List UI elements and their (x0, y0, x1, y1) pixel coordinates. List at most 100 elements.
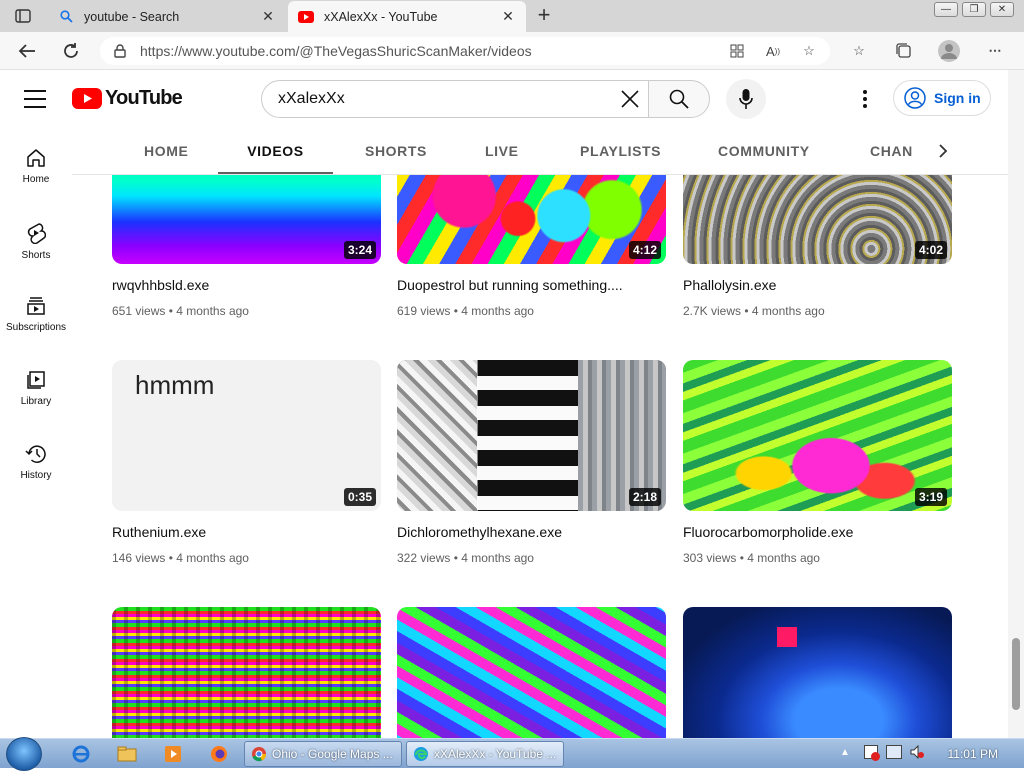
video-thumbnail[interactable]: hmmm 0:35 (112, 360, 381, 511)
video-views: 322 views (397, 551, 451, 565)
sidebar-item-home[interactable]: Home (0, 128, 72, 202)
minimize-button[interactable]: — (934, 2, 958, 17)
app-available-icon[interactable] (726, 40, 748, 62)
search-input[interactable]: xXalexXx (261, 80, 649, 118)
video-title[interactable]: Fluorocarbomorpholide.exe (683, 524, 853, 540)
page-scrollbar[interactable] (1008, 70, 1024, 738)
shorts-icon (27, 223, 46, 244)
action-center-icon[interactable] (864, 745, 880, 761)
video-title[interactable]: Phallolysin.exe (683, 277, 776, 293)
video-duration: 3:24 (343, 241, 376, 259)
address-bar[interactable]: https://www.youtube.com/@TheVegasShuricS… (100, 37, 830, 65)
new-tab-button[interactable]: + (532, 4, 556, 27)
subscriptions-icon (27, 297, 45, 315)
tab-channels[interactable]: CHAN (870, 128, 913, 174)
collections-icon[interactable] (893, 40, 915, 62)
video-thumbnail[interactable]: 4:02 (683, 175, 952, 264)
video-duration: 4:12 (628, 241, 661, 259)
home-icon (27, 149, 45, 167)
tab-shorts[interactable]: SHORTS (365, 128, 427, 174)
close-icon[interactable]: ✕ (500, 8, 516, 25)
video-age: 4 months ago (461, 304, 534, 318)
file-explorer-icon[interactable] (114, 742, 140, 766)
refresh-icon[interactable] (58, 39, 84, 63)
thumbnail-overlay (777, 627, 797, 647)
read-aloud-icon[interactable]: A)) (762, 40, 784, 62)
video-views: 303 views (683, 551, 737, 565)
youtube-logo-icon (72, 88, 102, 109)
firefox-icon[interactable] (206, 742, 232, 766)
video-title[interactable]: Ruthenium.exe (112, 524, 206, 540)
video-duration: 0:35 (343, 488, 376, 506)
channel-tabs: HOME VIDEOS SHORTS LIVE PLAYLISTS COMMUN… (72, 128, 1008, 175)
browser-toolbar: https://www.youtube.com/@TheVegasShuricS… (0, 32, 1024, 70)
sidebar-item-history[interactable]: History (0, 424, 72, 498)
sidebar-item-shorts[interactable]: Shorts (0, 202, 72, 276)
video-meta: 619 views • 4 months ago (397, 304, 534, 318)
tab-community[interactable]: COMMUNITY (718, 128, 810, 174)
add-favorite-icon[interactable]: ☆ (798, 40, 820, 62)
video-thumbnail[interactable]: 3:24 (112, 175, 381, 264)
browser-menu-icon[interactable]: ⋯ (984, 40, 1006, 62)
volume-icon[interactable] (910, 744, 924, 760)
start-button[interactable] (6, 737, 42, 771)
close-window-button[interactable]: ✕ (990, 2, 1014, 17)
video-duration: 2:18 (628, 488, 661, 506)
chrome-icon (252, 747, 267, 762)
show-hidden-icons-icon[interactable]: ▲ (840, 747, 850, 758)
edge-icon (414, 747, 428, 761)
video-thumbnail[interactable]: 2:18 (397, 360, 666, 511)
youtube-logo[interactable]: YouTube (72, 87, 183, 110)
sidebar-label: History (20, 470, 52, 481)
lock-icon[interactable] (100, 44, 140, 58)
search-icon (669, 89, 689, 109)
search-query[interactable]: xXalexXx (278, 90, 612, 108)
video-thumbnail[interactable]: 4:12 (397, 175, 666, 264)
video-title[interactable]: Duopestrol but running something.... (397, 277, 623, 293)
sidebar-item-subscriptions[interactable]: Subscriptions (0, 276, 72, 350)
internet-explorer-icon[interactable] (68, 742, 94, 766)
browser-tab-search[interactable]: youtube - Search ✕ (48, 1, 286, 32)
search-button[interactable] (648, 80, 710, 118)
video-title[interactable]: rwqvhhbsld.exe (112, 277, 209, 293)
thumbnail-overlay (397, 360, 477, 511)
network-icon[interactable] (886, 745, 902, 759)
sign-in-button[interactable]: Sign in (893, 80, 991, 116)
tab-videos[interactable]: VIDEOS (218, 128, 333, 174)
tab-actions-icon[interactable] (8, 5, 38, 27)
tab-live[interactable]: LIVE (485, 128, 519, 174)
video-age: 4 months ago (747, 551, 820, 565)
taskbar-task-chrome[interactable]: Ohio - Google Maps ... (244, 741, 402, 767)
sidebar-item-library[interactable]: Library (0, 350, 72, 424)
favorites-icon[interactable]: ☆ (848, 40, 870, 62)
video-meta: 2.7K views • 4 months ago (683, 304, 825, 318)
video-meta: 651 views • 4 months ago (112, 304, 249, 318)
youtube-favicon-icon (298, 9, 314, 25)
back-arrow-icon[interactable] (14, 39, 40, 63)
tab-home[interactable]: HOME (144, 128, 188, 174)
video-age: 4 months ago (461, 551, 534, 565)
voice-search-button[interactable] (726, 79, 766, 119)
maximize-button[interactable]: ❐ (962, 2, 986, 17)
microphone-icon (739, 89, 753, 109)
more-options-icon[interactable] (854, 87, 876, 111)
video-age: 4 months ago (176, 304, 249, 318)
video-title[interactable]: Dichloromethylhexane.exe (397, 524, 562, 540)
video-thumbnail[interactable] (683, 607, 952, 738)
media-player-icon[interactable] (160, 742, 186, 766)
video-thumbnail[interactable] (112, 607, 381, 738)
chevron-right-icon[interactable] (930, 138, 956, 164)
menu-icon[interactable] (24, 90, 46, 108)
video-thumbnail[interactable] (397, 607, 666, 738)
close-icon[interactable]: ✕ (260, 8, 276, 25)
youtube-sidebar: Home Shorts Subscriptions Library Histor… (0, 128, 72, 738)
profile-avatar-icon[interactable] (938, 40, 960, 62)
browser-tab-youtube[interactable]: xXAlexXx - YouTube ✕ (288, 1, 526, 32)
tab-playlists[interactable]: PLAYLISTS (580, 128, 661, 174)
scrollbar-thumb[interactable] (1012, 638, 1020, 710)
clear-search-icon[interactable] (612, 81, 648, 117)
clock[interactable]: 11:01 PM (948, 747, 998, 761)
video-meta: 146 views • 4 months ago (112, 551, 249, 565)
taskbar-task-edge[interactable]: xXAlexXx - YouTube ... (406, 741, 564, 767)
video-thumbnail[interactable]: 3:19 (683, 360, 952, 511)
